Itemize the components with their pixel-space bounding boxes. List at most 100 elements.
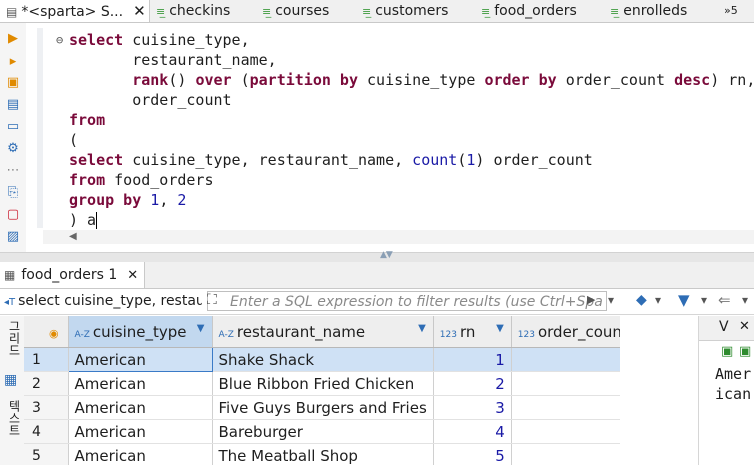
query-preview[interactable]: ◂T select cuisine_type, restau: [4, 289, 202, 314]
view-mode-toolbar: 그리드 ▦ 텍스트: [0, 316, 24, 465]
table-row[interactable]: 4AmericanBareburger427: [24, 419, 656, 444]
console-icon[interactable]: ▭: [5, 119, 21, 135]
sort-icon[interactable]: ▼: [418, 323, 426, 334]
table-row[interactable]: 1AmericanShake Shack1219: [24, 347, 656, 372]
code-line[interactable]: (: [43, 130, 754, 150]
cell-restaurant-name[interactable]: Five Guys Burgers and Fries: [212, 395, 434, 420]
cell-cuisine-type[interactable]: American: [68, 443, 213, 465]
tab-overflow-button[interactable]: »5: [724, 0, 738, 22]
select-all-corner[interactable]: ◉: [24, 316, 69, 348]
funnel-dropdown-icon[interactable]: ▾: [701, 293, 707, 307]
type-icon: 123: [517, 329, 535, 340]
image-file-icon[interactable]: ▨: [5, 229, 21, 245]
tab-enrolleds[interactable]: ≡̲ enrolleds: [610, 0, 687, 22]
table-row[interactable]: 5AmericanThe Meatball Shop520: [24, 443, 656, 465]
tab-sparta-script[interactable]: ▤ *<sparta> S... ✕: [0, 0, 150, 22]
sort-icon[interactable]: ▼: [496, 323, 504, 334]
row-number[interactable]: 1: [24, 347, 69, 372]
column-header-rn[interactable]: 123 rn ▼: [433, 316, 512, 348]
row-number[interactable]: 3: [24, 395, 69, 420]
more-dots-icon[interactable]: ⋯: [5, 163, 21, 179]
back-dropdown-icon[interactable]: ▾: [742, 293, 748, 307]
row-number[interactable]: 2: [24, 371, 69, 396]
grid-view-icon[interactable]: ▦: [4, 372, 17, 388]
cell-restaurant-name[interactable]: Blue Ribbon Fried Chicken: [212, 371, 434, 396]
code-line[interactable]: select cuisine_type, restaurant_name, co…: [43, 150, 754, 170]
code-text: restaurant_name,: [69, 50, 277, 70]
cell-rn[interactable]: 3: [433, 395, 512, 420]
sql-token: ) a: [69, 211, 97, 229]
filter-dropdown-icon[interactable]: ▾: [608, 293, 614, 307]
grid-view-tab[interactable]: 그리드: [3, 320, 21, 356]
code-line[interactable]: order_count: [43, 90, 754, 110]
fold-toggle-icon[interactable]: ⊖: [56, 30, 63, 50]
value-line: Amer: [715, 365, 752, 383]
filter-input[interactable]: Enter a SQL expression to filter results…: [207, 291, 607, 311]
sql-token: cuisine_type: [358, 71, 485, 89]
code-line[interactable]: restaurant_name,: [43, 50, 754, 70]
filter-expand-icon[interactable]: ⛶: [207, 292, 217, 308]
cell-cuisine-type[interactable]: American: [68, 371, 213, 396]
row-number[interactable]: 5: [24, 443, 69, 465]
tab-checkins[interactable]: ≡̲ checkins: [156, 0, 230, 22]
export-icon[interactable]: ⎘: [5, 185, 21, 201]
code-line[interactable]: rank() over (partition by cuisine_type o…: [43, 70, 754, 90]
tab-courses[interactable]: ≡̲ courses: [262, 0, 329, 22]
text-caret: [96, 212, 98, 229]
scroll-left-icon[interactable]: ◀: [69, 230, 77, 244]
sql-editor[interactable]: ⊖ select cuisine_type, restaurant_name, r…: [43, 28, 754, 230]
column-header-restaurant-name[interactable]: A-Z restaurant_name ▼: [212, 316, 434, 348]
cell-rn[interactable]: 2: [433, 371, 512, 396]
tab-label: enrolleds: [623, 3, 688, 19]
table-row[interactable]: 2AmericanBlue Ribbon Fried Chicken296: [24, 371, 656, 396]
code-line[interactable]: ⊖ select cuisine_type,: [43, 30, 754, 50]
delete-file-icon[interactable]: ▢: [5, 207, 21, 223]
code-text: select cuisine_type, restaurant_name, co…: [69, 150, 593, 170]
filter-funnel-icon[interactable]: ▼: [678, 291, 690, 309]
cell-restaurant-name[interactable]: Bareburger: [212, 419, 434, 444]
results-grid[interactable]: ◉ A-Z cuisine_type ▼ A-Z restaurant_name ▼ 1…: [24, 316, 678, 465]
code-line[interactable]: from food_orders: [43, 170, 754, 190]
eraser-dropdown-icon[interactable]: ▾: [655, 293, 661, 307]
close-icon[interactable]: ✕: [127, 268, 138, 283]
execute-statement-icon[interactable]: ▶: [5, 31, 21, 47]
settings-gear-icon[interactable]: ⚙: [5, 141, 21, 157]
close-icon[interactable]: ✕: [739, 319, 750, 334]
text-view-tab[interactable]: 텍스트: [3, 400, 21, 436]
eraser-icon[interactable]: ◆: [636, 292, 647, 308]
cell-rn[interactable]: 4: [433, 419, 512, 444]
column-header-cuisine-type[interactable]: A-Z cuisine_type ▼: [68, 316, 213, 348]
cell-cuisine-type[interactable]: American: [68, 395, 213, 420]
cell-restaurant-name[interactable]: The Meatball Shop: [212, 443, 434, 465]
table-row[interactable]: 3AmericanFive Guys Burgers and Fries329: [24, 395, 656, 420]
row-number[interactable]: 4: [24, 419, 69, 444]
filter-history-arrow-icon[interactable]: ▶: [587, 293, 595, 306]
save-icon[interactable]: ▣: [721, 344, 733, 359]
editor-horizontal-scrollbar[interactable]: ◀: [43, 230, 754, 244]
grid-vertical-scrollbar[interactable]: [620, 316, 678, 465]
header-row: ◉ A-Z cuisine_type ▼ A-Z restaurant_name ▼ 1…: [24, 316, 656, 348]
cell-rn[interactable]: 1: [433, 347, 512, 372]
collapse-arrows-icon[interactable]: ▲▼: [380, 250, 393, 260]
close-icon[interactable]: ✕: [133, 2, 146, 20]
tab-customers[interactable]: ≡̲ customers: [362, 0, 448, 22]
tab-food-orders[interactable]: ≡̲ food_orders: [481, 0, 577, 22]
load-plan-icon[interactable]: ▤: [5, 97, 21, 113]
code-line[interactable]: ) a: [43, 210, 754, 230]
cell-rn[interactable]: 5: [433, 443, 512, 465]
back-arrow-icon[interactable]: ⇐: [718, 291, 731, 309]
sort-icon[interactable]: ▼: [197, 323, 205, 334]
code-line[interactable]: group by 1, 2: [43, 190, 754, 210]
sql-keyword: order by: [484, 71, 557, 89]
column-label: rn: [459, 322, 476, 341]
explain-plan-icon[interactable]: ▣: [5, 75, 21, 91]
sql-keyword: group by: [69, 191, 142, 209]
code-line[interactable]: from: [43, 110, 754, 130]
execute-script-icon[interactable]: ▸: [5, 54, 21, 70]
save-as-icon[interactable]: ▣: [739, 344, 751, 359]
cell-cuisine-type[interactable]: American: [68, 419, 213, 444]
cell-restaurant-name[interactable]: Shake Shack: [212, 347, 434, 372]
cell-cuisine-type[interactable]: American: [67, 347, 213, 372]
results-tab[interactable]: ▦ food_orders 1 ✕: [0, 262, 146, 288]
code-text: select cuisine_type,: [69, 30, 250, 50]
